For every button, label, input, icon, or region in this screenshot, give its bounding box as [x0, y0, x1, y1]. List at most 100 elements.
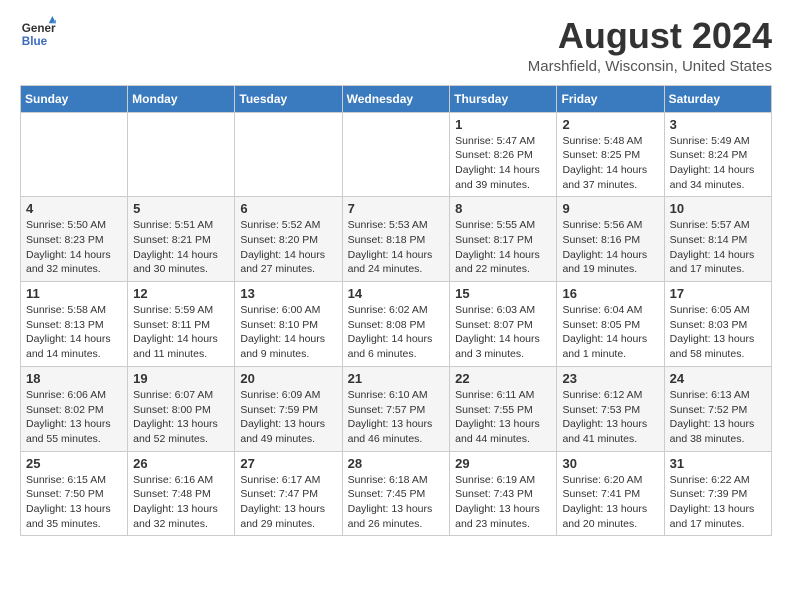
- column-header-friday: Friday: [557, 85, 664, 112]
- day-info: Sunrise: 5:57 AM Sunset: 8:14 PM Dayligh…: [670, 218, 766, 277]
- column-header-thursday: Thursday: [450, 85, 557, 112]
- calendar-cell: 17 Sunrise: 6:05 AM Sunset: 8:03 PM Dayli…: [664, 282, 771, 367]
- day-number: 28: [348, 456, 445, 471]
- day-info: Sunrise: 5:48 AM Sunset: 8:25 PM Dayligh…: [562, 134, 658, 193]
- day-info: Sunrise: 6:05 AM Sunset: 8:03 PM Dayligh…: [670, 303, 766, 362]
- day-number: 27: [240, 456, 336, 471]
- day-number: 16: [562, 286, 658, 301]
- calendar-cell: 23 Sunrise: 6:12 AM Sunset: 7:53 PM Dayli…: [557, 366, 664, 451]
- day-number: 19: [133, 371, 229, 386]
- calendar-cell: [21, 112, 128, 197]
- column-header-saturday: Saturday: [664, 85, 771, 112]
- day-info: Sunrise: 6:07 AM Sunset: 8:00 PM Dayligh…: [133, 388, 229, 447]
- calendar-cell: 14 Sunrise: 6:02 AM Sunset: 8:08 PM Dayli…: [342, 282, 450, 367]
- location-title: Marshfield, Wisconsin, United States: [528, 58, 772, 75]
- day-info: Sunrise: 6:10 AM Sunset: 7:57 PM Dayligh…: [348, 388, 445, 447]
- day-number: 7: [348, 201, 445, 216]
- day-info: Sunrise: 6:09 AM Sunset: 7:59 PM Dayligh…: [240, 388, 336, 447]
- day-info: Sunrise: 5:52 AM Sunset: 8:20 PM Dayligh…: [240, 218, 336, 277]
- day-info: Sunrise: 6:16 AM Sunset: 7:48 PM Dayligh…: [133, 473, 229, 532]
- day-number: 18: [26, 371, 122, 386]
- calendar-cell: 15 Sunrise: 6:03 AM Sunset: 8:07 PM Dayli…: [450, 282, 557, 367]
- calendar-cell: 25 Sunrise: 6:15 AM Sunset: 7:50 PM Dayli…: [21, 451, 128, 536]
- calendar-cell: 7 Sunrise: 5:53 AM Sunset: 8:18 PM Daylig…: [342, 197, 450, 282]
- page-header: General Blue August 2024 Marshfield, Wis…: [20, 16, 772, 75]
- day-info: Sunrise: 5:51 AM Sunset: 8:21 PM Dayligh…: [133, 218, 229, 277]
- day-number: 21: [348, 371, 445, 386]
- calendar-cell: 10 Sunrise: 5:57 AM Sunset: 8:14 PM Dayli…: [664, 197, 771, 282]
- day-number: 26: [133, 456, 229, 471]
- calendar-cell: 19 Sunrise: 6:07 AM Sunset: 8:00 PM Dayli…: [128, 366, 235, 451]
- month-title: August 2024: [528, 16, 772, 56]
- calendar-week-3: 11Sunrise: 5:58 AM Sunset: 8:13 PM Dayli…: [21, 282, 772, 367]
- calendar-cell: 8 Sunrise: 5:55 AM Sunset: 8:17 PM Daylig…: [450, 197, 557, 282]
- calendar-cell: 27 Sunrise: 6:17 AM Sunset: 7:47 PM Dayli…: [235, 451, 342, 536]
- column-header-sunday: Sunday: [21, 85, 128, 112]
- day-number: 15: [455, 286, 551, 301]
- day-info: Sunrise: 5:55 AM Sunset: 8:17 PM Dayligh…: [455, 218, 551, 277]
- day-number: 9: [562, 201, 658, 216]
- day-number: 14: [348, 286, 445, 301]
- day-number: 2: [562, 117, 658, 132]
- day-info: Sunrise: 5:56 AM Sunset: 8:16 PM Dayligh…: [562, 218, 658, 277]
- day-info: Sunrise: 5:49 AM Sunset: 8:24 PM Dayligh…: [670, 134, 766, 193]
- calendar-cell: 30Sunrise: 6:20 AM Sunset: 7:41 PM Dayli…: [557, 451, 664, 536]
- day-info: Sunrise: 6:17 AM Sunset: 7:47 PM Dayligh…: [240, 473, 336, 532]
- day-number: 10: [670, 201, 766, 216]
- day-number: 17: [670, 286, 766, 301]
- day-number: 8: [455, 201, 551, 216]
- day-info: Sunrise: 6:06 AM Sunset: 8:02 PM Dayligh…: [26, 388, 122, 447]
- day-info: Sunrise: 6:04 AM Sunset: 8:05 PM Dayligh…: [562, 303, 658, 362]
- day-number: 24: [670, 371, 766, 386]
- day-info: Sunrise: 5:53 AM Sunset: 8:18 PM Dayligh…: [348, 218, 445, 277]
- day-info: Sunrise: 6:11 AM Sunset: 7:55 PM Dayligh…: [455, 388, 551, 447]
- day-number: 22: [455, 371, 551, 386]
- day-number: 23: [562, 371, 658, 386]
- day-info: Sunrise: 5:59 AM Sunset: 8:11 PM Dayligh…: [133, 303, 229, 362]
- calendar-cell: 11Sunrise: 5:58 AM Sunset: 8:13 PM Dayli…: [21, 282, 128, 367]
- day-info: Sunrise: 6:03 AM Sunset: 8:07 PM Dayligh…: [455, 303, 551, 362]
- day-number: 5: [133, 201, 229, 216]
- calendar-cell: 6 Sunrise: 5:52 AM Sunset: 8:20 PM Daylig…: [235, 197, 342, 282]
- day-number: 30: [562, 456, 658, 471]
- calendar-cell: 20 Sunrise: 6:09 AM Sunset: 7:59 PM Dayli…: [235, 366, 342, 451]
- calendar-cell: 26 Sunrise: 6:16 AM Sunset: 7:48 PM Dayli…: [128, 451, 235, 536]
- day-info: Sunrise: 5:50 AM Sunset: 8:23 PM Dayligh…: [26, 218, 122, 277]
- day-info: Sunrise: 6:00 AM Sunset: 8:10 PM Dayligh…: [240, 303, 336, 362]
- calendar-cell: 5 Sunrise: 5:51 AM Sunset: 8:21 PM Daylig…: [128, 197, 235, 282]
- column-header-wednesday: Wednesday: [342, 85, 450, 112]
- day-info: Sunrise: 6:19 AM Sunset: 7:43 PM Dayligh…: [455, 473, 551, 532]
- svg-text:Blue: Blue: [22, 35, 48, 48]
- day-info: Sunrise: 6:22 AM Sunset: 7:39 PM Dayligh…: [670, 473, 766, 532]
- calendar-table: SundayMondayTuesdayWednesdayThursdayFrid…: [20, 85, 772, 537]
- day-number: 13: [240, 286, 336, 301]
- day-info: Sunrise: 6:13 AM Sunset: 7:52 PM Dayligh…: [670, 388, 766, 447]
- logo-icon: General Blue: [20, 16, 56, 52]
- calendar-week-4: 18 Sunrise: 6:06 AM Sunset: 8:02 PM Dayli…: [21, 366, 772, 451]
- day-number: 25: [26, 456, 122, 471]
- day-number: 11: [26, 286, 122, 301]
- calendar-cell: 24 Sunrise: 6:13 AM Sunset: 7:52 PM Dayli…: [664, 366, 771, 451]
- day-info: Sunrise: 6:02 AM Sunset: 8:08 PM Dayligh…: [348, 303, 445, 362]
- calendar-cell: 12 Sunrise: 5:59 AM Sunset: 8:11 PM Dayli…: [128, 282, 235, 367]
- day-info: Sunrise: 6:12 AM Sunset: 7:53 PM Dayligh…: [562, 388, 658, 447]
- day-info: Sunrise: 6:18 AM Sunset: 7:45 PM Dayligh…: [348, 473, 445, 532]
- calendar-cell: 2 Sunrise: 5:48 AM Sunset: 8:25 PM Daylig…: [557, 112, 664, 197]
- calendar-cell: 18 Sunrise: 6:06 AM Sunset: 8:02 PM Dayli…: [21, 366, 128, 451]
- day-number: 4: [26, 201, 122, 216]
- day-number: 20: [240, 371, 336, 386]
- calendar-cell: 31 Sunrise: 6:22 AM Sunset: 7:39 PM Dayli…: [664, 451, 771, 536]
- calendar-cell: 22 Sunrise: 6:11 AM Sunset: 7:55 PM Dayli…: [450, 366, 557, 451]
- calendar-header-row: SundayMondayTuesdayWednesdayThursdayFrid…: [21, 85, 772, 112]
- day-number: 12: [133, 286, 229, 301]
- column-header-tuesday: Tuesday: [235, 85, 342, 112]
- calendar-week-1: 1Sunrise: 5:47 AM Sunset: 8:26 PM Daylig…: [21, 112, 772, 197]
- day-info: Sunrise: 6:15 AM Sunset: 7:50 PM Dayligh…: [26, 473, 122, 532]
- day-number: 31: [670, 456, 766, 471]
- calendar-cell: 9 Sunrise: 5:56 AM Sunset: 8:16 PM Daylig…: [557, 197, 664, 282]
- logo: General Blue: [20, 16, 56, 52]
- day-number: 29: [455, 456, 551, 471]
- day-info: Sunrise: 5:47 AM Sunset: 8:26 PM Dayligh…: [455, 134, 551, 193]
- day-number: 6: [240, 201, 336, 216]
- calendar-cell: 1Sunrise: 5:47 AM Sunset: 8:26 PM Daylig…: [450, 112, 557, 197]
